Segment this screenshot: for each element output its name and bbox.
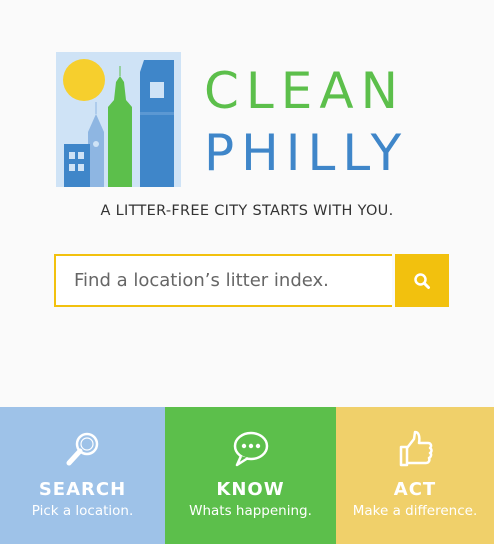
- brand-title: CLEAN PHILLY: [204, 60, 408, 184]
- city-skyline-logo: [56, 52, 181, 187]
- search-icon: [414, 272, 430, 289]
- search-tile-title: SEARCH: [38, 479, 127, 500]
- search-bar: [54, 254, 449, 307]
- search-button[interactable]: [395, 254, 449, 307]
- tagline: A LITTER-FREE CITY STARTS WITH YOU.: [100, 203, 394, 219]
- action-tiles: SEARCH Pick a location. KNOW Whats happe…: [0, 407, 494, 544]
- chat-bubble-icon: [233, 431, 268, 467]
- thumbs-up-icon: [399, 430, 433, 467]
- know-tile-subtitle: Whats happening.: [189, 503, 312, 519]
- magnifier-icon: [66, 432, 98, 466]
- act-tile-title: ACT: [393, 479, 437, 500]
- know-tile[interactable]: KNOW Whats happening.: [165, 407, 336, 544]
- brand-line-philly: PHILLY: [204, 124, 409, 182]
- know-tile-title: KNOW: [216, 479, 285, 500]
- search-tile[interactable]: SEARCH Pick a location.: [0, 407, 165, 544]
- search-tile-subtitle: Pick a location.: [31, 503, 134, 519]
- search-input[interactable]: [54, 254, 392, 307]
- act-tile[interactable]: ACT Make a difference.: [336, 407, 494, 544]
- brand-line-clean: CLEAN: [204, 62, 405, 120]
- act-tile-subtitle: Make a difference.: [352, 503, 478, 519]
